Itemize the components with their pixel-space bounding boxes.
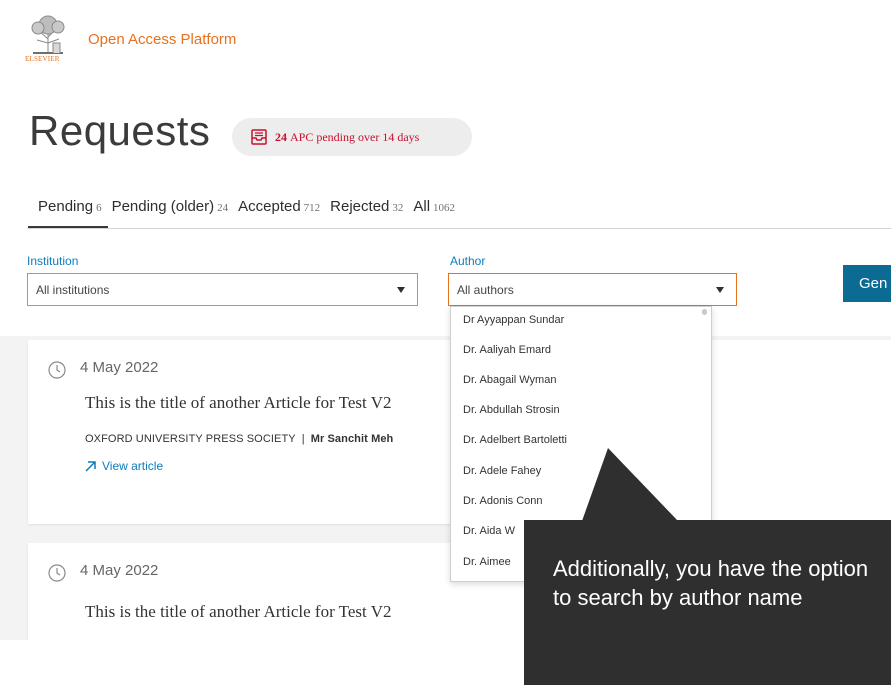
article-title[interactable]: This is the title of another Article for…	[85, 602, 391, 622]
tab-label: Pending (older)	[111, 198, 215, 215]
author-option[interactable]: Dr. Adelbert Bartoletti	[463, 434, 567, 446]
author-option[interactable]: Dr. Aaliyah Emard	[463, 344, 551, 356]
author-option[interactable]: Dr. Abdullah Strosin	[463, 404, 560, 416]
tooltip-callout: Additionally, you have the option to sea…	[524, 520, 891, 685]
tab-all[interactable]: All 1062	[413, 198, 455, 228]
logo-wordmark: ELSEVIER	[25, 55, 60, 63]
author-select-value: All authors	[457, 282, 514, 297]
card-date: 4 May 2022	[80, 359, 159, 376]
tab-label: Rejected	[330, 198, 390, 215]
clock-icon	[48, 564, 66, 582]
apc-pending-badge[interactable]: 24 APC pending over 14 days	[232, 118, 472, 156]
tab-label: Accepted	[238, 198, 301, 215]
elsevier-logo[interactable]: ELSEVIER	[25, 13, 73, 65]
author-option[interactable]: Dr. Adonis Conn	[463, 495, 543, 507]
meta-separator: |	[301, 433, 305, 445]
tab-count: 24	[217, 202, 229, 214]
institution-select-value: All institutions	[36, 282, 110, 297]
institution-select[interactable]: All institutions	[27, 273, 418, 306]
chevron-down-icon	[716, 287, 724, 293]
chevron-down-icon	[397, 287, 405, 293]
inbox-icon	[251, 129, 267, 145]
tab-label: All	[413, 198, 431, 215]
author-option[interactable]: Dr. Abagail Wyman	[463, 374, 556, 386]
card-date: 4 May 2022	[80, 562, 159, 579]
scrollbar[interactable]	[702, 309, 707, 315]
view-article-label: View article	[102, 459, 164, 473]
institution-label: Institution	[27, 254, 79, 268]
tab-pending[interactable]: Pending 6	[28, 198, 108, 228]
tab-count: 1062	[433, 202, 456, 214]
clock-icon	[48, 361, 66, 379]
tab-accepted[interactable]: Accepted 712	[238, 198, 320, 228]
tab-count: 32	[392, 202, 404, 214]
author-option[interactable]: Dr. Aimee	[463, 556, 511, 568]
author-option[interactable]: Dr. Aida W	[463, 525, 515, 537]
page: ELSEVIER Open Access Platform Requests 2…	[0, 0, 891, 685]
status-tabs: Pending 6 Pending (older) 24 Accepted 712 R…	[28, 198, 465, 228]
tabs-divider	[27, 228, 891, 229]
tab-count: 712	[303, 202, 321, 214]
tab-pending-older[interactable]: Pending (older) 24	[112, 198, 229, 228]
publisher-name: OXFORD UNIVERSITY PRESS SOCIETY	[85, 433, 296, 445]
author-option[interactable]: Dr Ayyappan Sundar	[463, 314, 564, 326]
tab-count: 6	[96, 202, 102, 214]
apc-badge-text: 24 APC pending over 14 days	[275, 130, 419, 145]
author-label: Author	[450, 254, 486, 268]
view-article-link[interactable]: View article	[85, 459, 163, 473]
author-name: Mr Sanchit Meh	[310, 433, 394, 445]
tab-rejected[interactable]: Rejected 32	[330, 198, 403, 228]
tab-label: Pending	[38, 198, 94, 215]
tree-logo-icon	[29, 13, 67, 55]
article-title[interactable]: This is the title of another Article for…	[85, 393, 391, 413]
generate-button[interactable]: Gen	[843, 265, 891, 302]
article-meta: OXFORD UNIVERSITY PRESS SOCIETY | Mr Sanch…	[85, 433, 393, 445]
page-title: Requests	[29, 107, 211, 154]
author-option[interactable]: Dr. Adele Fahey	[463, 465, 541, 477]
app-title[interactable]: Open Access Platform	[88, 31, 236, 48]
arrow-up-right-icon	[85, 460, 96, 472]
author-select[interactable]: All authors	[448, 273, 737, 306]
apc-label: APC pending over 14 days	[290, 129, 420, 144]
apc-count: 24	[275, 129, 287, 144]
